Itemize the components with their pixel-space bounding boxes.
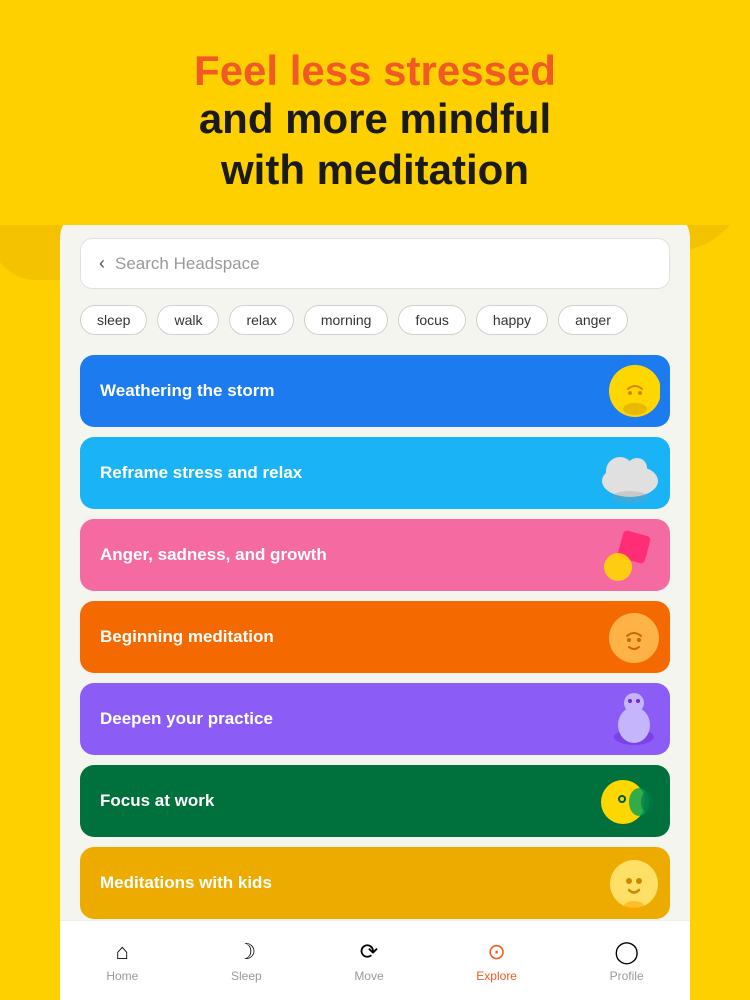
course-label-weathering: Weathering the storm (100, 381, 580, 401)
course-focus[interactable]: Focus at work (80, 765, 670, 837)
courses-list: Weathering the storm Reframe stress and … (60, 349, 690, 1000)
tag-happy[interactable]: happy (476, 305, 548, 335)
sun-illustration (590, 359, 660, 424)
course-illus-deepen (580, 683, 670, 755)
course-weathering[interactable]: Weathering the storm (80, 355, 670, 427)
course-reframe[interactable]: Reframe stress and relax (80, 437, 670, 509)
explore-icon: ⊙ (487, 939, 505, 965)
header-area: Feel less stressed and more mindful with… (0, 0, 750, 225)
nav-home-label: Home (106, 969, 138, 983)
home-icon: ⌂ (116, 939, 129, 965)
cloud-illustration (585, 441, 665, 506)
green-focus-illustration (585, 769, 665, 834)
header-line1: Feel less stressed (30, 48, 720, 94)
search-bar[interactable]: ‹ Search Headspace (80, 238, 670, 289)
course-kids[interactable]: Meditations with kids (80, 847, 670, 919)
tag-anger[interactable]: anger (558, 305, 628, 335)
course-label-reframe: Reframe stress and relax (100, 463, 580, 483)
course-illus-focus (580, 765, 670, 837)
sleep-icon: ☽ (236, 939, 256, 965)
nav-profile[interactable]: ◯ Profile (610, 939, 644, 983)
tag-focus[interactable]: focus (398, 305, 465, 335)
nav-sleep[interactable]: ☽ Sleep (231, 939, 262, 983)
course-illus-kids (580, 847, 670, 919)
course-illus-weathering (580, 355, 670, 427)
nav-sleep-label: Sleep (231, 969, 262, 983)
back-icon: ‹ (99, 253, 105, 274)
tag-morning[interactable]: morning (304, 305, 389, 335)
orange-sun-illustration (590, 605, 660, 670)
tag-walk[interactable]: walk (157, 305, 219, 335)
tag-sleep[interactable]: sleep (80, 305, 147, 335)
nav-explore-label: Explore (476, 969, 517, 983)
purple-figure-illustration (590, 687, 660, 752)
course-label-kids: Meditations with kids (100, 873, 580, 893)
header-line2: and more mindful with meditation (30, 94, 720, 195)
search-placeholder: Search Headspace (115, 254, 260, 274)
course-beginning[interactable]: Beginning meditation (80, 601, 670, 673)
course-illus-reframe (580, 437, 670, 509)
profile-icon: ◯ (614, 939, 639, 965)
bottom-nav: ⌂ Home ☽ Sleep ⟳ Move ⊙ Explore ◯ Profil… (60, 920, 690, 1000)
nav-profile-label: Profile (610, 969, 644, 983)
nav-move-label: Move (354, 969, 383, 983)
nav-home[interactable]: ⌂ Home (106, 939, 138, 983)
course-illus-anger (580, 519, 670, 591)
course-deepen[interactable]: Deepen your practice (80, 683, 670, 755)
main-card: ‹ Search Headspace sleep walk relax morn… (60, 210, 690, 1000)
nav-move[interactable]: ⟳ Move (354, 939, 383, 983)
course-anger[interactable]: Anger, sadness, and growth (80, 519, 670, 591)
nav-explore[interactable]: ⊙ Explore (476, 939, 517, 983)
kids-illustration (590, 851, 660, 916)
course-label-focus: Focus at work (100, 791, 580, 811)
course-illus-beginning (580, 601, 670, 673)
pink-shape-illustration (590, 523, 660, 588)
course-label-beginning: Beginning meditation (100, 627, 580, 647)
course-label-deepen: Deepen your practice (100, 709, 580, 729)
tag-relax[interactable]: relax (229, 305, 293, 335)
tags-row: sleep walk relax morning focus happy ang… (60, 305, 690, 349)
course-label-anger: Anger, sadness, and growth (100, 545, 580, 565)
move-icon: ⟳ (360, 939, 378, 965)
